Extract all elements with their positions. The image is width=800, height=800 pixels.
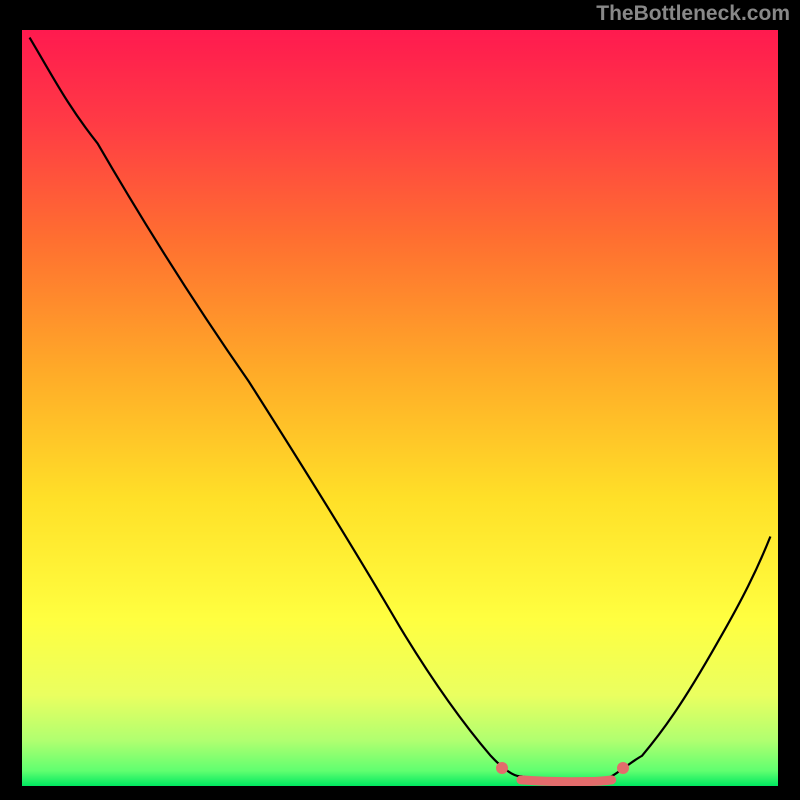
chart-container: TheBottleneck.com xyxy=(0,0,800,800)
plot-area xyxy=(22,30,778,786)
marker-right xyxy=(617,762,629,774)
watermark-text: TheBottleneck.com xyxy=(596,2,790,26)
marker-left xyxy=(496,762,508,774)
chart-svg xyxy=(22,30,778,786)
flat-region-highlight xyxy=(521,780,612,782)
gradient-background xyxy=(22,30,778,786)
